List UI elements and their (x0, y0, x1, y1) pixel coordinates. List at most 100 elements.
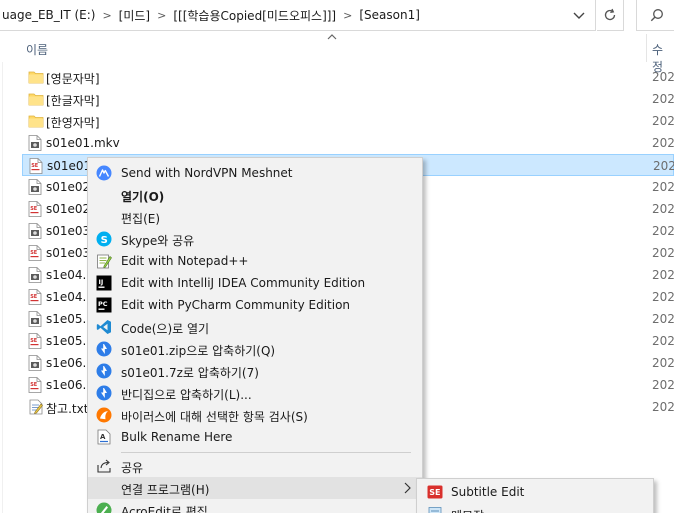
address-dropdown-button[interactable] (568, 5, 590, 27)
submenu-label: Subtitle Edit (451, 485, 525, 499)
svg-text:S: S (101, 235, 108, 246)
file-date: 202 (652, 70, 674, 84)
file-date: 202 (652, 224, 674, 238)
file-row[interactable]: [한글자막] 202 (22, 88, 674, 110)
context-menu-item-send-with-nordvpn-meshnet[interactable]: Send with NordVPN Meshnet (88, 162, 422, 184)
file-row[interactable]: s01e01.mkv 202 (22, 132, 674, 154)
breadcrumb-separator[interactable]: > (157, 9, 166, 22)
subtitle-edit-icon: SE (427, 484, 443, 500)
menu-separator (121, 452, 411, 453)
context-menu-item-code[interactable]: Code(으)로 열기 (88, 316, 422, 338)
sort-ascending-icon (327, 34, 337, 40)
svg-text:SE: SE (31, 163, 39, 169)
context-menu-item-o[interactable]: 열기(O) (88, 184, 422, 206)
context-menu-item-h[interactable]: 연결 프로그램(H) (88, 477, 422, 499)
video-file-icon (28, 311, 42, 327)
video-file-icon (28, 179, 42, 195)
navigation-pane-edge (0, 62, 3, 513)
file-date: 202 (652, 334, 674, 348)
file-name: [한영자막] (46, 116, 100, 130)
context-menu-item-l[interactable]: 반디집으로 압축하기(L)... (88, 382, 422, 404)
svg-text:IJ: IJ (99, 278, 104, 286)
context-menu: Send with NordVPN Meshnet 열기(O) 편집(E) S Skyp… (87, 157, 423, 513)
svg-text:SE: SE (30, 382, 38, 388)
notepad-icon (427, 506, 443, 513)
breadcrumb-separator[interactable]: > (102, 9, 111, 22)
video-file-icon (28, 355, 42, 371)
subtitle-file-icon: SE (28, 377, 42, 393)
context-menu-item-edit-with-pycharm-community-edition[interactable]: PC Edit with PyCharm Community Edition (88, 294, 422, 316)
file-date: 202 (652, 202, 674, 216)
file-date: 202 (652, 92, 674, 106)
search-icon (650, 9, 663, 22)
submenu-label: 메모장 (451, 507, 484, 513)
context-menu-item-edit-with-notepad[interactable]: Edit with Notepad++ (88, 250, 422, 272)
context-menu-label: 반디집으로 압축하기(L)... (121, 388, 252, 402)
svg-text:SE: SE (30, 250, 38, 256)
file-date: 202 (652, 400, 674, 414)
breadcrumb-folder-study[interactable]: [[[학습용Copied[미드오피스]]] (173, 7, 336, 24)
folder-icon (28, 69, 44, 85)
context-menu-label: AcroEdit로 편집 (121, 505, 208, 513)
context-menu-label: s01e01.7z로 압축하기(7) (121, 366, 259, 380)
nordvpn-icon (96, 165, 112, 181)
file-name: s01e03 (46, 246, 91, 260)
context-menu-item-bulk-rename-here[interactable]: A Bulk Rename Here (88, 426, 422, 448)
bandizip-icon (96, 385, 112, 401)
open-with-submenu: SE Subtitle Edit 메모장 (416, 478, 654, 513)
context-menu-label: s01e01.zip으로 압축하기(Q) (121, 344, 276, 358)
text-file-icon (28, 399, 43, 415)
refresh-button[interactable] (597, 0, 624, 31)
video-file-icon (28, 223, 42, 239)
bandizip-icon (96, 363, 112, 379)
search-input[interactable] (636, 0, 674, 31)
context-menu-item-skype[interactable]: S Skype와 공유 (88, 228, 422, 250)
file-name: [한글자막] (46, 94, 100, 108)
svg-text:PC: PC (98, 300, 108, 308)
subtitle-file-icon: SE (28, 201, 42, 217)
submenu-item-notepad[interactable]: 메모장 (417, 503, 653, 513)
folder-icon (28, 113, 44, 129)
chevron-right-icon (402, 481, 412, 495)
context-menu-item-s01e01-7z-7[interactable]: s01e01.7z로 압축하기(7) (88, 360, 422, 382)
file-name: s1e06.s (46, 378, 93, 392)
file-row[interactable]: [한영자막] 202 (22, 110, 674, 132)
notepadpp-icon (96, 253, 112, 269)
file-name: s01e01.mkv (46, 136, 120, 150)
file-row[interactable]: [영문자막] 202 (22, 66, 674, 88)
svg-text:SE: SE (30, 206, 38, 212)
breadcrumb[interactable]: uage_EB_IT (E:) > [미드] > [[[학습용Copied[미드… (0, 0, 596, 31)
file-date: 202 (652, 356, 674, 370)
file-date: 202 (652, 312, 674, 326)
column-divider[interactable] (646, 34, 647, 62)
column-name-header[interactable]: 이름 (26, 41, 48, 58)
breadcrumb-folder-mid[interactable]: [미드] (119, 7, 150, 24)
submenu-item-subtitle-edit[interactable]: SE Subtitle Edit (417, 481, 653, 503)
context-menu-item-item[interactable]: 공유 (88, 455, 422, 477)
context-menu-label: 연결 프로그램(H) (121, 483, 210, 497)
context-menu-label: 열기(O) (121, 190, 165, 204)
context-menu-item-acroedit[interactable]: AcroEdit로 편집 (88, 499, 422, 513)
subtitle-file-icon: SE (29, 158, 43, 174)
file-date: 202 (652, 290, 674, 304)
context-menu-item-s01e01-zip-q[interactable]: s01e01.zip으로 압축하기(Q) (88, 338, 422, 360)
context-menu-item-s[interactable]: 바이러스에 대해 선택한 항목 검사(S) (88, 404, 422, 426)
context-menu-item-edit-with-intellij-idea-community-edition[interactable]: IJ Edit with IntelliJ IDEA Community Edit… (88, 272, 422, 294)
context-menu-label: 공유 (121, 461, 144, 475)
pycharm-icon: PC (96, 297, 112, 313)
file-name: s1e04.s (46, 290, 93, 304)
context-menu-item-e[interactable]: 편집(E) (88, 206, 422, 228)
file-date: 202 (652, 378, 674, 392)
breadcrumb-separator[interactable]: > (343, 9, 352, 22)
bulk-rename-icon: A (96, 429, 112, 445)
breadcrumb-drive[interactable]: uage_EB_IT (E:) (2, 8, 95, 22)
breadcrumb-folder-season[interactable]: [Season1] (359, 8, 420, 22)
video-file-icon (28, 135, 42, 151)
svg-text:SE: SE (429, 488, 440, 497)
vscode-icon (96, 319, 112, 335)
chevron-down-icon (573, 12, 585, 19)
context-menu-label: Bulk Rename Here (121, 430, 233, 444)
file-date: 202 (652, 180, 674, 194)
file-name: s01e01 (47, 159, 92, 173)
file-name: 참고.txt (46, 402, 89, 416)
